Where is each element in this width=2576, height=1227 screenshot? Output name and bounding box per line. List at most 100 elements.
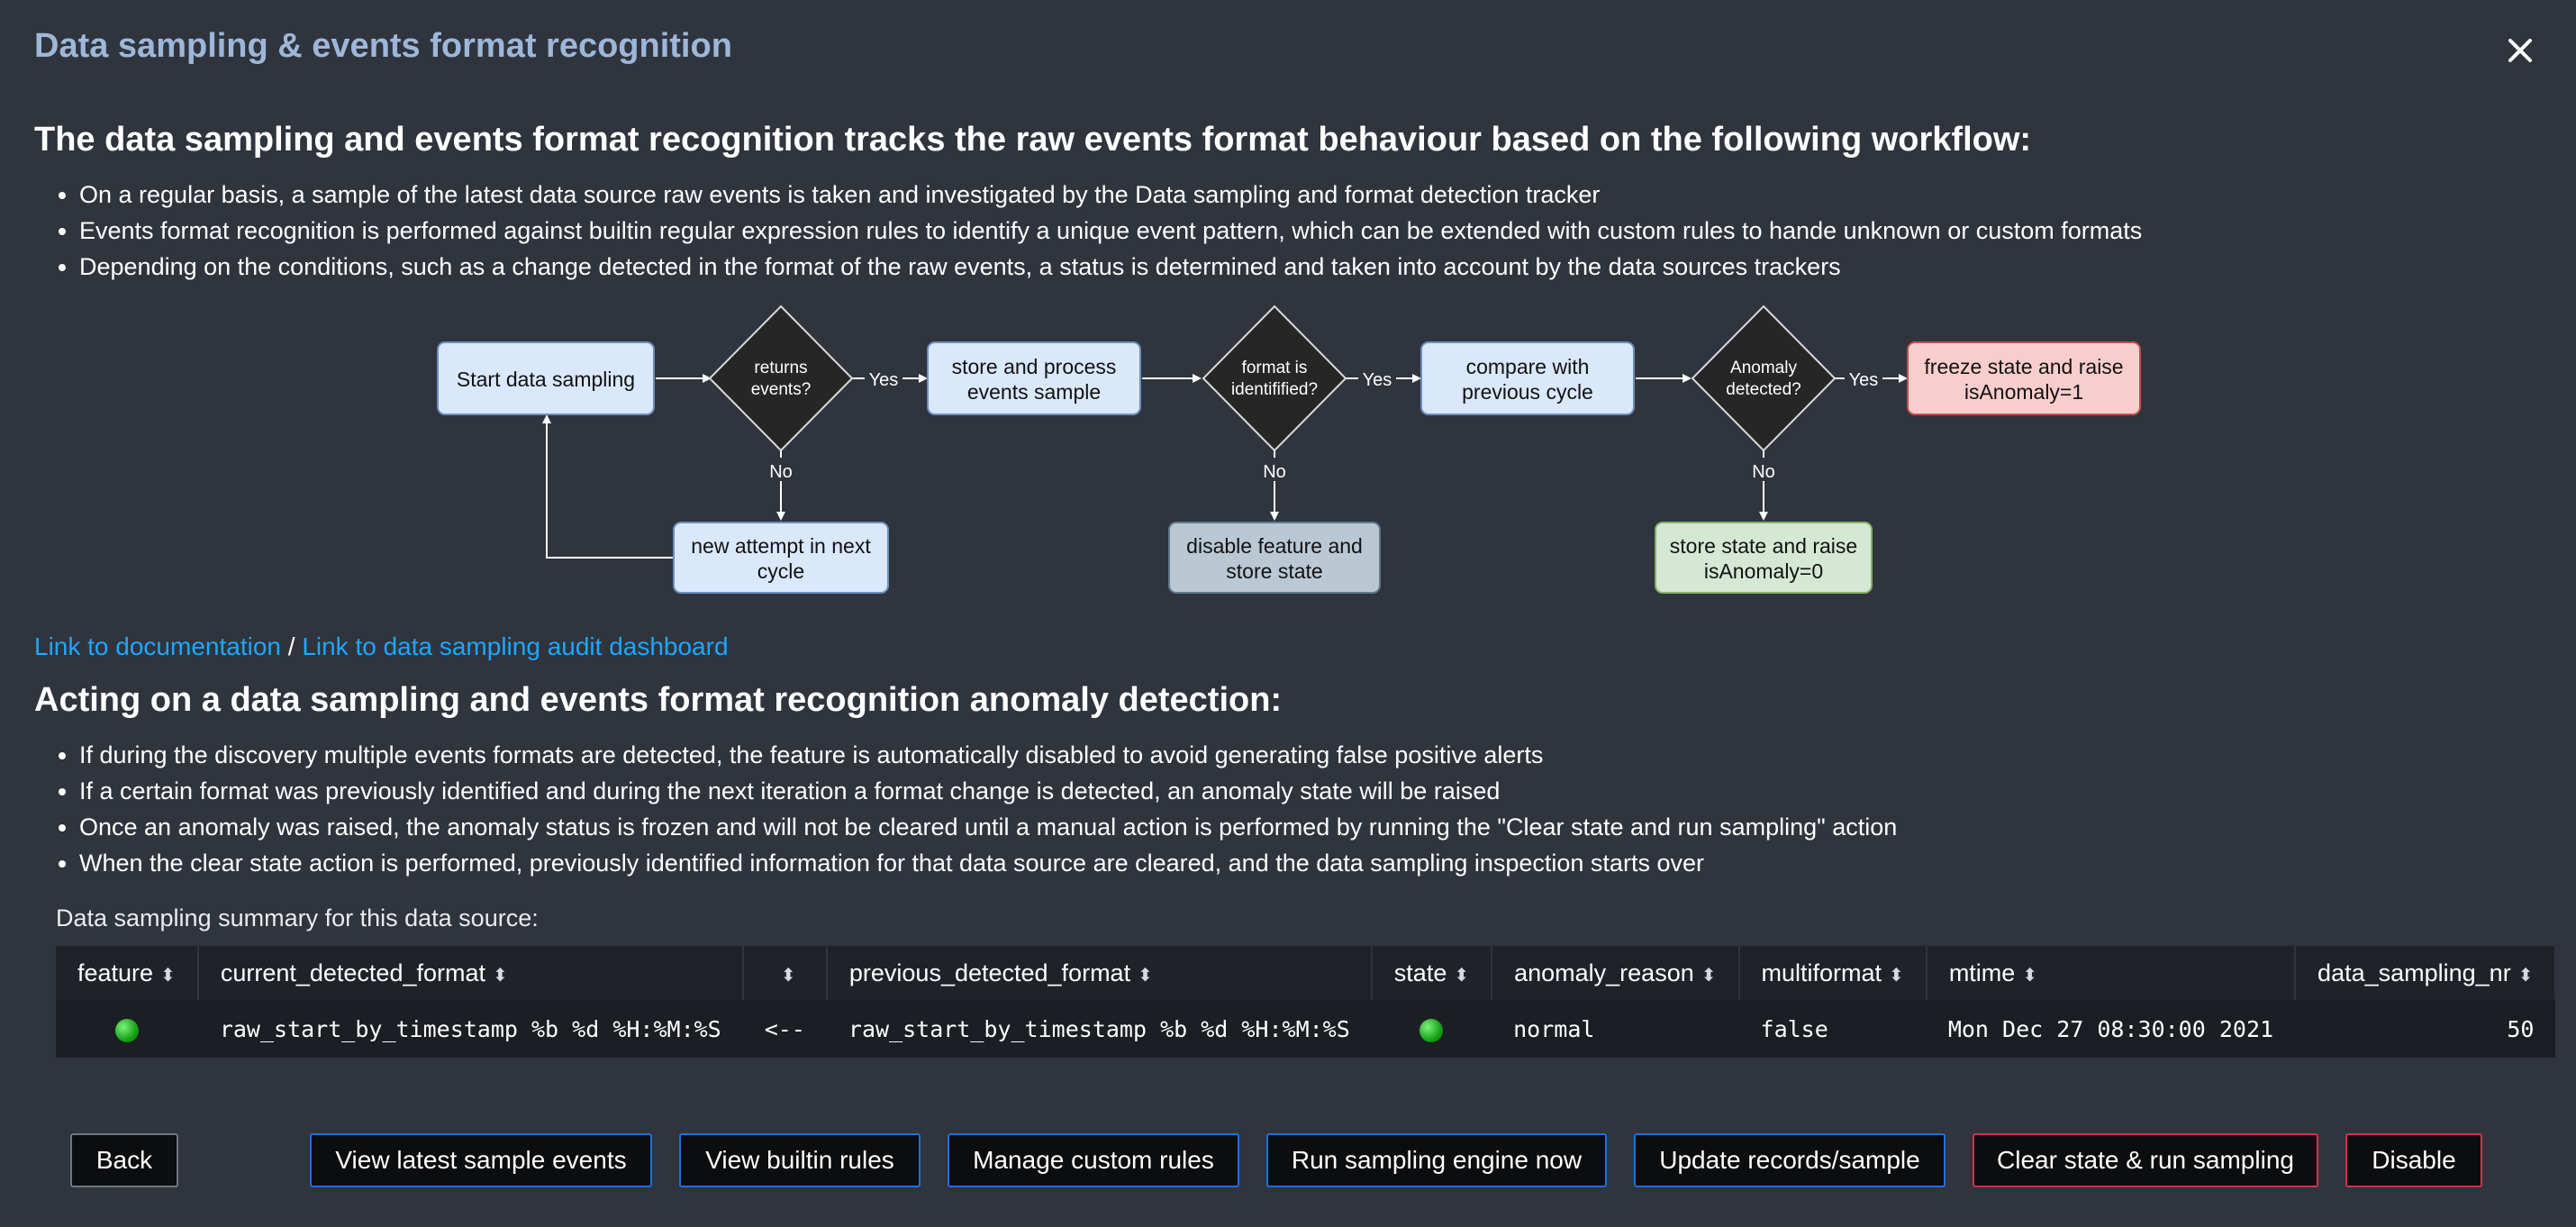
link-separator: / xyxy=(280,632,303,660)
sort-icon: ⬍ xyxy=(493,965,508,986)
arrow-cell: <-- xyxy=(742,1000,827,1058)
sort-icon: ⬍ xyxy=(160,965,176,986)
node-label: cycle xyxy=(757,559,804,583)
view-builtin-rules-button[interactable]: View builtin rules xyxy=(679,1133,921,1187)
acting-bullet: If during the discovery multiple events … xyxy=(79,737,2511,773)
decision-label: events? xyxy=(751,380,812,399)
store-process-node xyxy=(927,341,1141,415)
column-label: mtime xyxy=(1948,959,2016,986)
links-row: Link to documentation / Link to data sam… xyxy=(34,632,729,661)
view-latest-sample-events-button[interactable]: View latest sample events xyxy=(310,1133,652,1187)
returns-events-decision xyxy=(708,304,854,452)
column-label: feature xyxy=(77,959,154,986)
acting-heading: Acting on a data sampling and events for… xyxy=(34,681,1283,719)
clear-state-run-sampling-button[interactable]: Clear state & run sampling xyxy=(1973,1133,2318,1187)
node-label: isAnomaly=1 xyxy=(1964,380,2083,404)
close-button[interactable] xyxy=(2502,32,2538,68)
manage-custom-rules-button[interactable]: Manage custom rules xyxy=(948,1133,1239,1187)
intro-bullet: On a regular basis, a sample of the late… xyxy=(79,177,2511,213)
back-button[interactable]: Back xyxy=(70,1133,178,1187)
column-label: anomaly_reason xyxy=(1514,959,1694,986)
sort-icon: ⬍ xyxy=(1138,965,1153,986)
node-label: compare with xyxy=(1466,355,1590,378)
column-header-arrow[interactable]: ⬍ xyxy=(742,946,828,1000)
acting-bullet: When the clear state action is performed… xyxy=(79,845,2511,881)
disable-button[interactable]: Disable xyxy=(2345,1133,2482,1187)
intro-heading: The data sampling and events format reco… xyxy=(34,121,2032,159)
node-label: new attempt in next xyxy=(691,534,871,558)
acting-bullet: If a certain format was previously ident… xyxy=(79,773,2511,809)
column-header-multiformat[interactable]: multiformat ⬍ xyxy=(1738,946,1927,1000)
node-label: store state and raise xyxy=(1670,534,1857,558)
multiformat-cell: false xyxy=(1738,1000,1927,1058)
yes-label: Yes xyxy=(869,370,899,390)
column-header-mtime[interactable]: mtime ⬍ xyxy=(1926,946,2297,1000)
column-header-anomaly-reason[interactable]: anomaly_reason ⬍ xyxy=(1492,946,1740,1000)
workflow-diagram: Yes Yes Yes No No No Start data sampling… xyxy=(437,304,2141,594)
intro-bullet: Depending on the conditions, such as a c… xyxy=(79,249,2511,285)
decision-label: returns xyxy=(754,359,807,377)
summary-table: feature ⬍ current_detected_format ⬍ ⬍ prev… xyxy=(56,946,2557,1058)
column-header-previous-detected-format[interactable]: previous_detected_format ⬍ xyxy=(826,946,1373,1000)
column-label: state xyxy=(1393,959,1447,986)
column-label: data_sampling_nr xyxy=(2317,959,2511,986)
anomaly-detected-decision xyxy=(1691,304,1837,452)
column-header-feature[interactable]: feature ⬍ xyxy=(56,946,199,1000)
node-label: store state xyxy=(1226,559,1322,583)
sort-icon: ⬍ xyxy=(2517,965,2534,986)
run-sampling-engine-button[interactable]: Run sampling engine now xyxy=(1266,1133,1607,1187)
documentation-link[interactable]: Link to documentation xyxy=(34,632,281,660)
data-sampling-nr-cell: 50 xyxy=(2295,1000,2556,1058)
sort-icon: ⬍ xyxy=(780,965,796,986)
decision-label: format is xyxy=(1242,359,1308,377)
table-row: raw_start_by_timestamp %b %d %H:%M:%S <-… xyxy=(56,1000,2556,1058)
previous-format-cell: raw_start_by_timestamp %b %d %H:%M:%S xyxy=(826,1000,1372,1058)
column-header-data-sampling-nr[interactable]: data_sampling_nr ⬍ xyxy=(2295,946,2557,1000)
start-node-label: Start data sampling xyxy=(457,368,635,391)
sort-icon: ⬍ xyxy=(1454,965,1470,986)
yes-label: Yes xyxy=(1849,370,1879,390)
modal-title: Data sampling & events format recognitio… xyxy=(34,27,732,65)
freeze-state-node xyxy=(1907,341,2141,415)
column-header-state[interactable]: state ⬍ xyxy=(1371,946,1493,1000)
node-label: store and process xyxy=(952,355,1117,378)
anomaly-reason-cell: normal xyxy=(1492,1000,1739,1058)
no-label: No xyxy=(1263,462,1286,482)
audit-dashboard-link[interactable]: Link to data sampling audit dashboard xyxy=(302,632,728,660)
no-label: No xyxy=(1752,462,1775,482)
format-identified-decision xyxy=(1202,304,1347,452)
state-status-icon xyxy=(1420,1018,1444,1042)
intro-bullet-list: On a regular basis, a sample of the late… xyxy=(34,177,2511,285)
sort-icon: ⬍ xyxy=(2022,965,2038,986)
node-label: freeze state and raise xyxy=(1924,355,2123,378)
mtime-cell: Mon Dec 27 08:30:00 2021 xyxy=(1926,1000,2296,1058)
column-label: multiformat xyxy=(1761,959,1882,986)
sort-icon: ⬍ xyxy=(1701,965,1717,986)
node-label: previous cycle xyxy=(1462,380,1593,404)
update-records-sample-button[interactable]: Update records/sample xyxy=(1634,1133,1946,1187)
decision-label: detected? xyxy=(1726,380,1800,399)
current-format-cell: raw_start_by_timestamp %b %d %H:%M:%S xyxy=(197,1000,743,1058)
table-header-row: feature ⬍ current_detected_format ⬍ ⬍ prev… xyxy=(56,946,2557,1000)
sort-icon: ⬍ xyxy=(1889,965,1904,986)
connector-arrow xyxy=(542,414,674,559)
state-cell xyxy=(1371,1000,1492,1058)
column-label: previous_detected_format xyxy=(848,959,1131,986)
node-label: disable feature and xyxy=(1186,534,1363,558)
compare-node xyxy=(1420,341,1635,415)
summary-label: Data sampling summary for this data sour… xyxy=(56,904,539,932)
feature-cell xyxy=(56,1000,198,1058)
yes-label: Yes xyxy=(1363,370,1392,390)
no-label: No xyxy=(769,462,793,482)
decision-label: identifified? xyxy=(1231,380,1318,399)
feature-status-icon xyxy=(114,1018,139,1042)
node-label: events sample xyxy=(967,380,1101,404)
acting-bullet-list: If during the discovery multiple events … xyxy=(34,737,2511,881)
decision-label: Anomaly xyxy=(1730,359,1797,377)
column-header-current-detected-format[interactable]: current_detected_format ⬍ xyxy=(197,946,744,1000)
node-label: isAnomaly=0 xyxy=(1704,559,1823,583)
acting-bullet: Once an anomaly was raised, the anomaly … xyxy=(79,809,2511,845)
column-label: current_detected_format xyxy=(220,959,485,986)
intro-bullet: Events format recognition is performed a… xyxy=(79,213,2511,249)
close-icon xyxy=(2508,39,2532,62)
